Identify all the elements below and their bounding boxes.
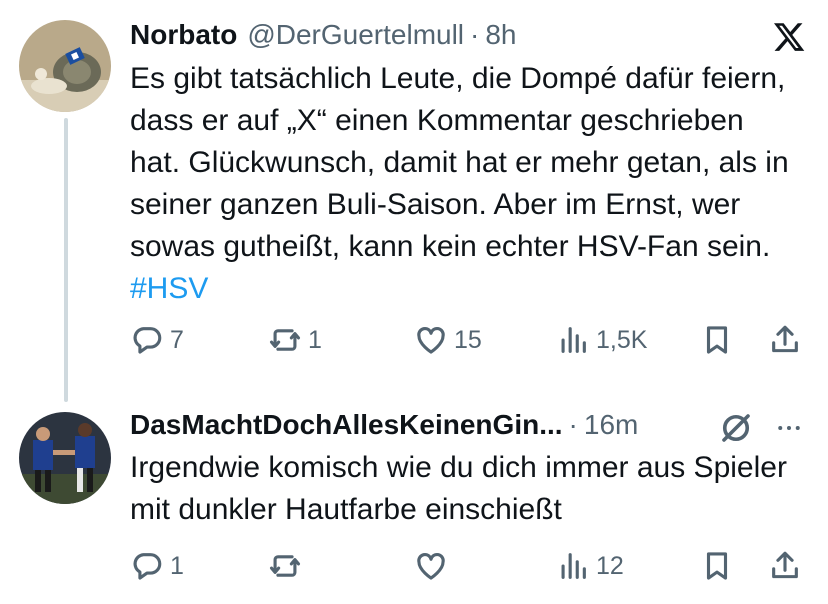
reply-button[interactable]: 7	[130, 323, 184, 357]
tweet-text: Es gibt tatsächlich Leute, die Dompé daf…	[130, 58, 800, 310]
share-icon	[772, 551, 798, 579]
bookmark-button[interactable]	[700, 323, 734, 357]
more-icon[interactable]	[772, 413, 806, 443]
repost-icon	[269, 555, 301, 577]
tweet-header: Norbato @DerGuertelmull · 8h	[130, 18, 517, 52]
views-icon	[561, 327, 586, 353]
avatar[interactable]	[19, 412, 111, 504]
tweet-body: Es gibt tatsächlich Leute, die Dompé daf…	[130, 62, 789, 263]
user-handle[interactable]: @DerGuertelmull	[247, 18, 464, 52]
reply-count: 7	[170, 325, 184, 354]
thread-line	[64, 118, 68, 402]
repost-button[interactable]	[268, 549, 308, 583]
share-button[interactable]	[768, 323, 802, 357]
tweet-header: DasMachtDochAllesKeinenGin... · 16m	[130, 408, 638, 442]
like-icon	[417, 552, 445, 580]
x-logo-icon	[773, 23, 805, 51]
like-button[interactable]: 15	[414, 323, 482, 357]
separator: ·	[568, 409, 578, 440]
like-button[interactable]	[414, 549, 454, 583]
display-name[interactable]: Norbato	[130, 18, 237, 52]
timestamp[interactable]: 16m	[584, 408, 638, 442]
repost-button[interactable]: 1	[268, 323, 322, 357]
avatar[interactable]	[19, 20, 111, 112]
timestamp[interactable]: 8h	[485, 18, 516, 52]
views-count: 12	[596, 551, 624, 580]
reply-icon	[133, 327, 162, 354]
repost-icon	[269, 329, 301, 351]
share-button[interactable]	[768, 549, 802, 583]
share-icon	[772, 325, 798, 353]
bookmark-icon	[706, 326, 728, 354]
reply-icon	[133, 553, 162, 580]
no-publish-icon	[722, 414, 750, 442]
tweet-text: Irgendwie komisch wie du dich immer aus …	[130, 451, 787, 526]
repost-count: 1	[308, 325, 322, 354]
views-button[interactable]: 1,5K	[556, 323, 647, 357]
hashtag-link[interactable]: #HSV	[130, 272, 208, 305]
like-count: 15	[454, 325, 482, 354]
like-icon	[417, 326, 445, 354]
bookmark-button[interactable]	[700, 549, 734, 583]
reply-button[interactable]: 1	[130, 549, 184, 583]
views-button[interactable]: 12	[556, 549, 624, 583]
bookmark-icon	[706, 552, 728, 580]
display-name[interactable]: DasMachtDochAllesKeinenGin...	[130, 408, 563, 442]
views-icon	[561, 553, 586, 579]
views-count: 1,5K	[596, 325, 648, 354]
reply-count: 1	[170, 551, 184, 580]
separator: ·	[470, 19, 480, 50]
